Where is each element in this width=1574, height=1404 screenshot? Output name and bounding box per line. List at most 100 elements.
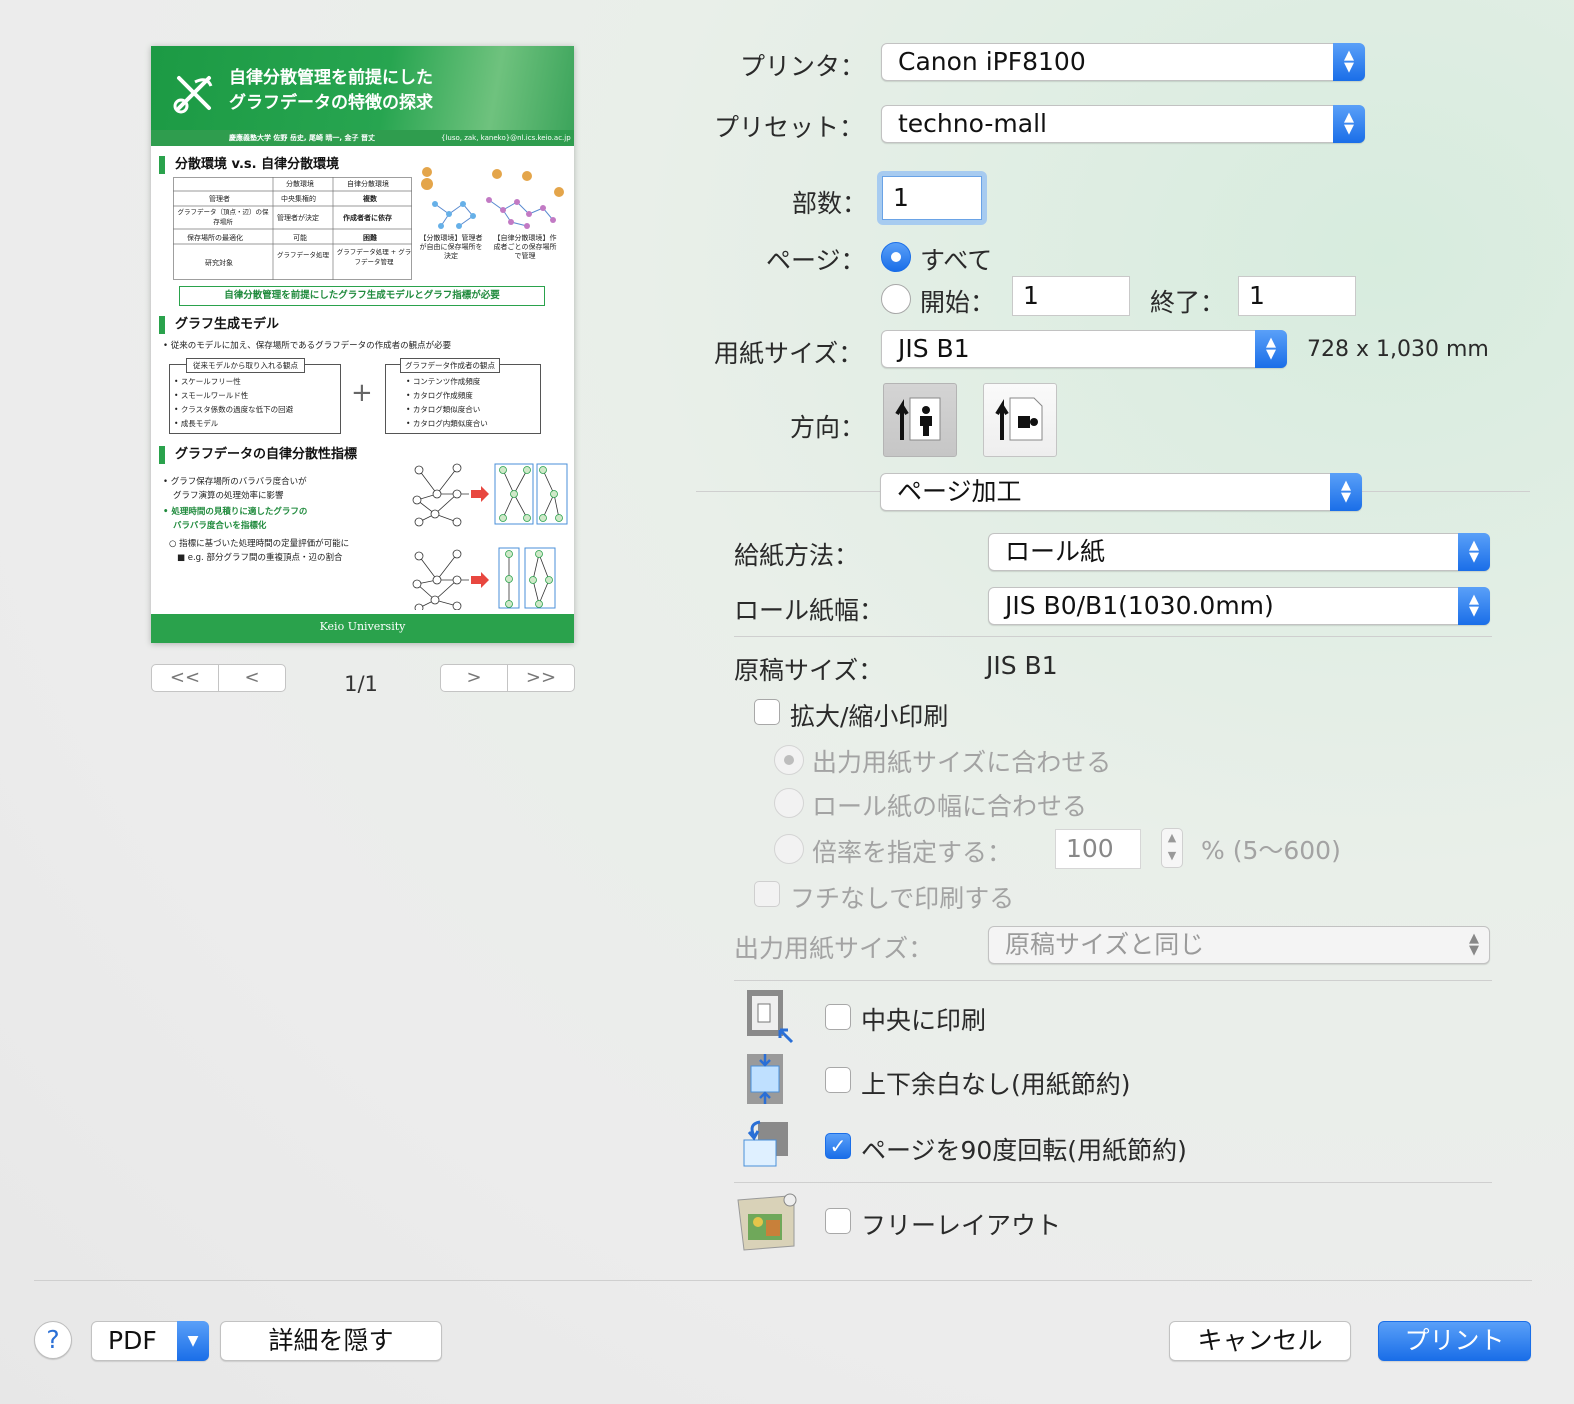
preset-label: プリセット：: [714, 113, 865, 142]
poster-box-right-item: • コンテンツ作成頻度: [406, 377, 481, 386]
last-page-button[interactable]: >>: [507, 664, 575, 692]
no-margin-checkbox[interactable]: [825, 1067, 851, 1093]
pdf-menu-button[interactable]: PDF ▼: [91, 1321, 209, 1361]
section-select[interactable]: ページ加工 ▲ ▼: [880, 473, 1362, 511]
poster-td: 可能: [293, 234, 307, 242]
feed-select[interactable]: ロール紙 ▲ ▼: [988, 533, 1490, 571]
rotate-page-checkbox[interactable]: ✓: [825, 1133, 851, 1159]
no-margin-label: 上下余白なし(用紙節約): [861, 1070, 1131, 1099]
poster-th-2: 自律分散環境: [347, 180, 389, 188]
poster-box-left-item: • クラスタ係数の過度な低下の回避: [174, 405, 294, 414]
poster-td: 管理者が決定: [277, 214, 319, 222]
pages-from-input[interactable]: 1: [1012, 276, 1130, 316]
poster-banner: 自律分散管理を前提にしたグラフ生成モデルとグラフ指標が必要: [179, 286, 545, 306]
roll-width-label: ロール紙幅：: [734, 596, 885, 625]
poster-box-left-item: • スモールワールド性: [174, 391, 249, 400]
ratio-stepper[interactable]: ▲ ▼: [1161, 828, 1183, 868]
output-size-select[interactable]: 原稿サイズと同じ ▲ ▼: [988, 926, 1490, 964]
portrait-orientation-icon: [895, 397, 941, 441]
landscape-button[interactable]: [983, 383, 1057, 457]
orientation-label: 方向：: [790, 413, 866, 442]
rotate-page-label: ページを90度回転(用紙節約): [861, 1136, 1187, 1165]
ratio-input[interactable]: 100: [1055, 829, 1141, 869]
poster-box-left-item: • スケールフリー性: [174, 377, 241, 386]
pages-label: ページ：: [766, 246, 866, 275]
next-page-button[interactable]: >: [440, 664, 508, 692]
preset-select[interactable]: techno-mall ▲ ▼: [881, 105, 1365, 143]
poster-graph-illustration: [421, 167, 564, 229]
free-layout-label: フリーレイアウト: [861, 1211, 1062, 1240]
ratio-radio[interactable]: [774, 834, 804, 864]
poster-td: グラフデータ処理: [277, 251, 329, 259]
help-button[interactable]: ?: [34, 1321, 72, 1359]
poster-section-2: グラフ生成モデル: [159, 316, 279, 334]
portrait-button[interactable]: [883, 383, 957, 457]
pages-range-radio[interactable]: [881, 284, 911, 314]
updown-arrows-icon: ▲ ▼: [1333, 43, 1365, 81]
poster-box-right-item: • カタログ内類似度合い: [406, 419, 488, 428]
original-size-label: 原稿サイズ：: [734, 656, 884, 685]
ratio-label: 倍率を指定する：: [812, 838, 1013, 867]
plus-icon: +: [351, 378, 373, 408]
bottom-divider: [34, 1280, 1532, 1281]
pages-all-radio[interactable]: [881, 242, 911, 272]
borderless-checkbox[interactable]: [754, 881, 780, 907]
poster-caption-right: 【自律分散環境】作成者ごとの保存場所で管理: [493, 234, 557, 260]
page-preview: 自律分散管理を前提にした グラフデータの特徴の探求 慶應義塾大学 佐野 岳史, …: [151, 46, 574, 643]
fit-roll-label: ロール紙の幅に合わせる: [812, 792, 1088, 821]
output-size-value: 原稿サイズと同じ: [1005, 930, 1205, 959]
pages-to-input[interactable]: 1: [1238, 276, 1356, 316]
chevron-down-icon: ▼: [177, 1321, 209, 1361]
paper-size-select[interactable]: JIS B1 ▲ ▼: [881, 330, 1287, 368]
print-button[interactable]: プリント: [1378, 1321, 1531, 1361]
pages-from-label: 開始：: [920, 288, 996, 317]
hide-details-button[interactable]: 詳細を隠す: [220, 1321, 442, 1361]
divider: [734, 1182, 1492, 1183]
poster-th-1: 分散環境: [286, 180, 314, 188]
first-page-button[interactable]: <<: [151, 664, 219, 692]
cancel-button[interactable]: キャンセル: [1169, 1321, 1351, 1361]
free-layout-checkbox[interactable]: [825, 1208, 851, 1234]
poster-logo-icon: [173, 76, 213, 114]
scale-print-checkbox[interactable]: [754, 699, 780, 725]
scale-print-label: 拡大/縮小印刷: [790, 702, 949, 731]
poster-subheader: 慶應義塾大学 佐野 岳史, 尾崎 晴一, 金子 晋丈 {luso, zak, k…: [151, 130, 574, 146]
divider: [734, 980, 1492, 981]
paper-size-label: 用紙サイズ：: [714, 339, 864, 368]
updown-arrows-icon: ▲ ▼: [1458, 533, 1490, 571]
poster-td: 研究対象: [205, 259, 233, 267]
poster-footer: Keio University: [151, 614, 574, 643]
printer-select-value: Canon iPF8100: [898, 47, 1086, 76]
poster-bullet-cont: グラフ演算の処理効率に影響: [173, 491, 284, 501]
poster-section-1: 分散環境 v.s. 自律分散環境: [159, 156, 339, 174]
updown-arrows-icon: ▲ ▼: [1330, 473, 1362, 511]
printer-select[interactable]: Canon iPF8100 ▲ ▼: [881, 43, 1365, 81]
rotate-page-icon: [743, 1120, 788, 1167]
poster-bullet: • 従来のモデルに加え、保存場所であるグラフデータの作成者の観点が必要: [163, 341, 452, 351]
fit-roll-radio[interactable]: [774, 788, 804, 818]
poster-bullet: • グラフ保存場所のバラバラ度合いが: [163, 477, 307, 487]
original-size-value: JIS B1: [986, 651, 1058, 680]
roll-width-value: JIS B0/B1(1030.0mm): [1005, 591, 1274, 620]
roll-width-select[interactable]: JIS B0/B1(1030.0mm) ▲ ▼: [988, 587, 1490, 625]
fit-output-radio[interactable]: [774, 745, 804, 775]
poster-caption-left: 【分散環境】管理者が自由に保存場所を決定: [419, 234, 483, 260]
copies-input[interactable]: 1: [882, 176, 982, 220]
updown-arrows-icon: ▲ ▼: [1469, 931, 1479, 958]
poster-section-3: グラフデータの自律分散性指標: [159, 446, 357, 464]
poster-bullet: • 処理時間の見積りに適したグラフの: [163, 507, 308, 517]
poster-bullet: ○ 指標に基づいた処理時間の定量評価が可能に: [169, 539, 350, 549]
poster-box-left-title: 従来モデルから取り入れる観点: [186, 358, 305, 373]
copies-label: 部数：: [792, 189, 868, 218]
pdf-label: PDF: [108, 1326, 157, 1355]
feed-select-value: ロール紙: [1005, 537, 1106, 566]
checkmark-icon: ✓: [829, 1134, 847, 1158]
pages-all-label: すべて: [920, 246, 993, 275]
poster-td: 中央集権的: [281, 195, 316, 203]
page-indicator: 1/1: [344, 672, 378, 696]
center-print-checkbox[interactable]: [825, 1004, 851, 1030]
previous-page-button[interactable]: <: [218, 664, 286, 692]
section-select-value: ページ加工: [897, 477, 1022, 506]
updown-arrows-icon: ▲ ▼: [1255, 330, 1287, 368]
poster-box-right-item: • カタログ類似度合い: [406, 405, 481, 414]
